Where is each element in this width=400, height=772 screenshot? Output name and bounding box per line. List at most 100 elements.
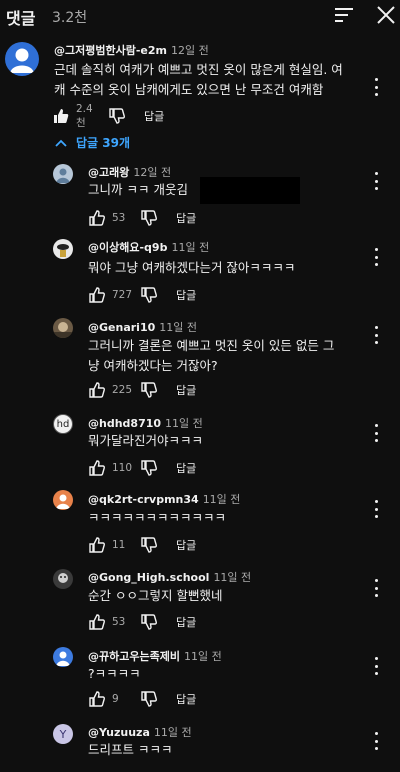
comment-author[interactable]: @뀨하고우는족제비 — [88, 650, 180, 663]
like-icon[interactable] — [52, 107, 70, 125]
comment-text-line: 그니까 ㅋㅋ 개웃김 — [88, 182, 188, 197]
top-comment: @그저평범한사람-e2m 12일 전 근데 솔직히 여캐가 예쁘고 멋진 옷이 많… — [0, 38, 400, 130]
comment-time[interactable]: 12일 전 — [133, 166, 171, 179]
comment-text-line: 뭐가달라진거야ㅋㅋㅋ — [88, 433, 204, 448]
avatar[interactable] — [53, 239, 73, 259]
like-icon[interactable] — [88, 381, 106, 399]
dislike-icon[interactable] — [140, 690, 158, 708]
reply-button[interactable]: 답글 — [144, 108, 164, 124]
like-icon[interactable] — [88, 613, 106, 631]
user-avatar-icon — [56, 651, 70, 666]
comment-time[interactable]: 11일 전 — [159, 321, 197, 334]
comment-text-line: 그러니까 결론은 예쁘고 멋진 옷이 있든 없든 그 — [88, 338, 335, 353]
reply-comment: @Genari10 11일 전 그러니까 결론은 예쁘고 멋진 옷이 있든 없든 … — [0, 314, 400, 406]
more-options-icon[interactable] — [373, 248, 379, 266]
user-avatar-icon — [56, 494, 70, 509]
comment-author[interactable]: @이상해요-q9b — [88, 241, 167, 254]
more-options-icon[interactable] — [373, 78, 379, 96]
comment-time[interactable]: 12일 전 — [171, 44, 209, 57]
dislike-icon[interactable] — [140, 536, 158, 554]
comment-text: 그러니까 결론은 예쁘고 멋진 옷이 있든 없든 그 냥 여캐하겠다는 거잖아? — [88, 336, 334, 376]
avatar[interactable] — [53, 569, 73, 589]
avatar[interactable] — [53, 164, 73, 184]
comment-text-line: ㅋㅋㅋㅋㅋㅋㅋㅋㅋㅋㅋㅋ — [88, 510, 227, 525]
dislike-icon[interactable] — [140, 381, 158, 399]
comment-header: @이상해요-q9b 11일 전 — [88, 239, 209, 255]
reply-button[interactable]: 답글 — [176, 537, 196, 553]
comment-header: @Yuzuuza 11일 전 — [88, 724, 192, 740]
dislike-icon[interactable] — [140, 613, 158, 631]
reply-button[interactable]: 답글 — [176, 287, 196, 303]
avatar-icon — [53, 322, 73, 338]
reply-comment: hd @hdhd8710 11일 전 뭐가달라진거야ㅋㅋㅋ 110 답글 — [0, 410, 400, 482]
like-count: 727 — [112, 289, 133, 301]
avatar[interactable] — [53, 490, 73, 510]
replies-toggle[interactable]: 답글 39개 — [54, 134, 130, 151]
reply-comment: Y @Yuzuuza 11일 전 드리프트 ㅋㅋㅋ — [0, 720, 400, 772]
reply-button[interactable]: 답글 — [176, 210, 196, 226]
more-options-icon[interactable] — [373, 172, 379, 190]
dislike-icon[interactable] — [140, 286, 158, 304]
more-options-icon[interactable] — [373, 424, 379, 442]
reply-button[interactable]: 답글 — [176, 382, 196, 398]
comment-text-line: 냥 여캐하겠다는 거잖아? — [88, 358, 218, 373]
like-count: 2.4천 — [76, 102, 93, 129]
dislike-icon[interactable] — [140, 459, 158, 477]
like-icon[interactable] — [88, 286, 106, 304]
more-options-icon[interactable] — [373, 657, 379, 675]
comment-author[interactable]: @고래왕 — [88, 166, 129, 179]
like-count: 53 — [112, 616, 126, 628]
comment-time[interactable]: 11일 전 — [171, 241, 209, 254]
like-count: 11 — [112, 539, 126, 551]
more-options-icon[interactable] — [373, 579, 379, 597]
avatar[interactable]: Y — [53, 724, 73, 744]
avatar-icon — [56, 168, 70, 183]
comment-time[interactable]: 11일 전 — [213, 571, 251, 584]
comment-time[interactable]: 11일 전 — [203, 493, 241, 506]
avatar[interactable] — [53, 318, 73, 338]
comment-text-line: ?ㅋㅋㅋㅋ — [88, 666, 141, 681]
close-icon[interactable] — [376, 5, 396, 25]
comment-time[interactable]: 11일 전 — [165, 417, 203, 430]
comment-header: @qk2rt-crvpmn34 11일 전 — [88, 491, 240, 507]
reply-button[interactable]: 답글 — [176, 614, 196, 630]
chevron-up-icon — [55, 139, 67, 147]
comment-author[interactable]: @Genari10 — [88, 321, 155, 334]
comments-header: 댓글 3.2천 — [0, 0, 400, 32]
like-icon[interactable] — [88, 690, 106, 708]
more-options-icon[interactable] — [373, 500, 379, 518]
comment-actions: 110 답글 — [88, 458, 196, 478]
reply-button[interactable]: 답글 — [176, 691, 196, 707]
comment-author[interactable]: @qk2rt-crvpmn34 — [88, 493, 199, 506]
like-icon[interactable] — [88, 209, 106, 227]
redacted-block — [200, 177, 300, 204]
like-icon[interactable] — [88, 536, 106, 554]
like-count: 110 — [112, 462, 133, 474]
comment-author[interactable]: @그저평범한사람-e2m — [54, 44, 167, 57]
comment-text: 그니까 ㅋㅋ 개웃김 — [88, 180, 188, 200]
comment-header: @뀨하고우는족제비 11일 전 — [88, 648, 222, 664]
avatar[interactable]: hd — [53, 414, 73, 434]
dislike-icon[interactable] — [140, 209, 158, 227]
like-icon[interactable] — [88, 459, 106, 477]
comment-text-line: 뭐야 그냥 여캐하겠다는거 잖아ㅋㅋㅋㅋ — [88, 260, 296, 275]
reply-button[interactable]: 답글 — [176, 460, 196, 476]
comment-text: ㅋㅋㅋㅋㅋㅋㅋㅋㅋㅋㅋㅋ — [88, 508, 226, 528]
reply-comment: @이상해요-q9b 11일 전 뭐야 그냥 여캐하겠다는거 잖아ㅋㅋㅋㅋ 727 … — [0, 234, 400, 306]
avatar[interactable] — [53, 647, 73, 667]
avatar[interactable] — [5, 42, 39, 76]
more-options-icon[interactable] — [373, 732, 379, 750]
dislike-icon[interactable] — [108, 107, 126, 125]
comment-author[interactable]: @Gong_High.school — [88, 571, 209, 584]
comment-header: @hdhd8710 11일 전 — [88, 415, 203, 431]
sort-icon[interactable] — [334, 6, 354, 24]
comment-author[interactable]: @hdhd8710 — [88, 417, 161, 430]
more-options-icon[interactable] — [373, 326, 379, 344]
comment-actions: 727 답글 — [88, 285, 196, 305]
comment-text: 순간 ㅇㅇ그렇지 할뻔했네 — [88, 586, 222, 606]
comment-time[interactable]: 11일 전 — [154, 726, 192, 739]
comment-author[interactable]: @Yuzuuza — [88, 726, 150, 739]
comment-time[interactable]: 11일 전 — [184, 650, 222, 663]
comment-actions: 9 답글 — [88, 689, 196, 709]
comment-text-line: 캐 수준의 옷이 남캐에게도 있으면 난 무조건 여캐함 — [54, 82, 324, 97]
